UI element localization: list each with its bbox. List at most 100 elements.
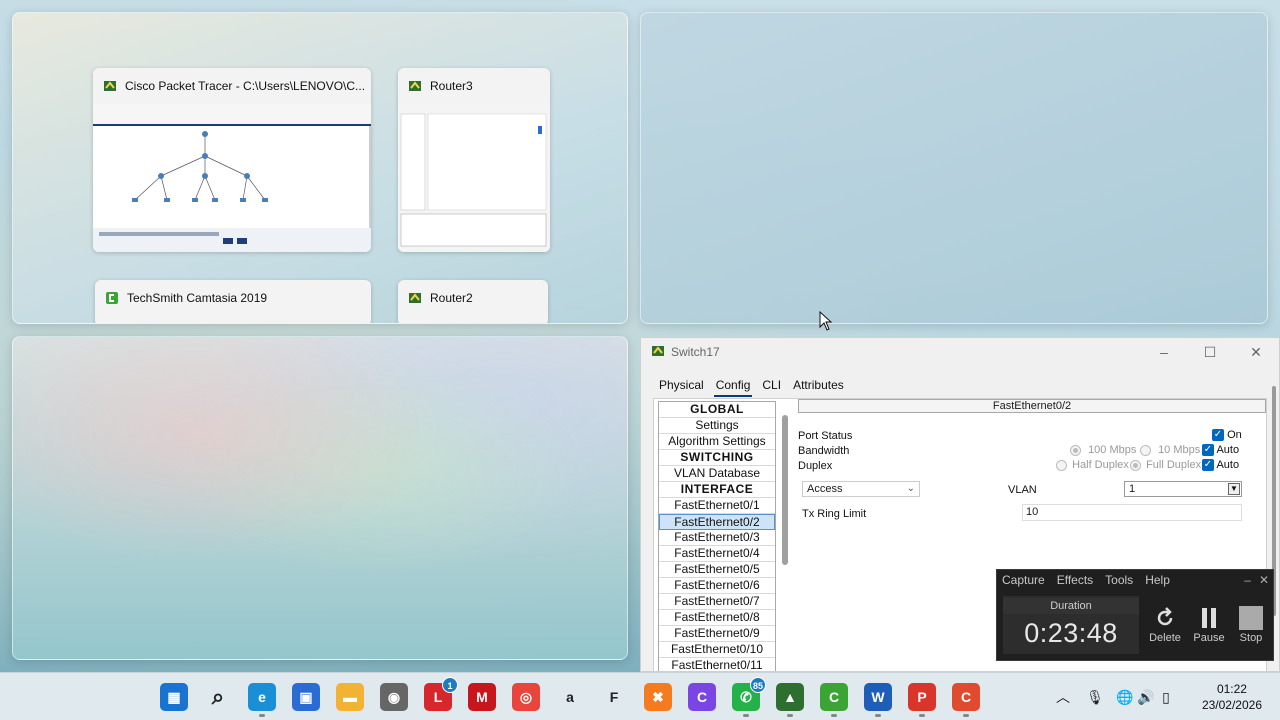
stop-button[interactable]: Stop bbox=[1231, 604, 1271, 644]
port-status-label: Port Status bbox=[798, 430, 853, 442]
bandwidth-auto-checkbox[interactable]: ✓ Auto bbox=[1202, 444, 1239, 457]
sidebar-item[interactable]: FastEthernet0/5 bbox=[659, 562, 775, 578]
bandwidth-label: Bandwidth bbox=[798, 445, 850, 457]
window-titlebar[interactable]: Switch17 – ☐ ✕ bbox=[641, 338, 1279, 366]
camtasia-icon[interactable]: C bbox=[820, 683, 848, 711]
menu-tools[interactable]: Tools bbox=[1105, 573, 1133, 587]
snap-window-router3[interactable]: Router3 bbox=[398, 68, 550, 252]
tx-ring-input[interactable]: 10 bbox=[1022, 504, 1242, 521]
sidebar-item[interactable]: FastEthernet0/11 bbox=[659, 658, 775, 671]
running-indicator bbox=[919, 714, 925, 717]
checkbox-checked-icon: ✓ bbox=[1202, 444, 1214, 457]
volume-icon[interactable]: 🔊 bbox=[1136, 689, 1156, 706]
menu-effects[interactable]: Effects bbox=[1057, 573, 1093, 587]
bandwidth-100-radio[interactable]: 100 Mbps bbox=[1070, 444, 1136, 456]
radio-icon bbox=[1070, 444, 1081, 456]
tab-config[interactable]: Config bbox=[710, 376, 757, 397]
running-indicator bbox=[259, 714, 265, 717]
snap-window-title: Cisco Packet Tracer - C:\Users\LENOVO\C.… bbox=[125, 79, 366, 93]
canva-icon[interactable]: C bbox=[688, 683, 716, 711]
tab-cli[interactable]: CLI bbox=[756, 376, 787, 394]
system-tray: ︿ 🎙 🌐 🔊 ▯ bbox=[1054, 673, 1176, 720]
whatsapp-icon[interactable]: ✆ 85 bbox=[732, 677, 766, 711]
snap-zone-top-right[interactable] bbox=[640, 12, 1268, 324]
edge-icon[interactable]: e bbox=[248, 683, 276, 711]
shield-icon[interactable]: M bbox=[468, 683, 496, 711]
config-sidebar: GLOBAL Settings Algorithm Settings SWITCHIN… bbox=[658, 401, 776, 671]
chevron-up-icon[interactable]: ︿ bbox=[1054, 687, 1072, 707]
packet-tracer-icon bbox=[651, 344, 665, 361]
duplex-auto-checkbox[interactable]: ✓ Auto bbox=[1202, 459, 1239, 472]
tab-bar: Physical Config CLI Attributes bbox=[641, 376, 1279, 397]
figma-icon[interactable]: F bbox=[600, 683, 628, 711]
snap-window-packet-tracer[interactable]: Cisco Packet Tracer - C:\Users\LENOVO\C.… bbox=[93, 68, 371, 252]
a-app-icon[interactable]: a bbox=[556, 683, 584, 711]
sidebar-item[interactable]: Settings bbox=[659, 418, 775, 434]
sidebar-item[interactable]: FastEthernet0/2 bbox=[659, 514, 775, 530]
store-icon[interactable]: ▣ bbox=[292, 683, 320, 711]
snap-zone-bottom-left[interactable] bbox=[12, 336, 628, 660]
snap-window-camtasia[interactable]: TechSmith Camtasia 2019 bbox=[95, 280, 371, 323]
microphone-icon[interactable]: 🎙 bbox=[1082, 689, 1108, 706]
tab-attributes[interactable]: Attributes bbox=[787, 376, 850, 394]
dropdown-arrow-icon: ▼ bbox=[1228, 483, 1240, 495]
sidebar-item[interactable]: FastEthernet0/8 bbox=[659, 610, 775, 626]
tab-physical[interactable]: Physical bbox=[653, 376, 710, 394]
sidebar-item[interactable]: FastEthernet0/7 bbox=[659, 594, 775, 610]
battery-icon[interactable]: ▯ bbox=[1156, 689, 1176, 706]
port-mode-select[interactable]: Access ⌄ bbox=[802, 481, 920, 497]
windows-start-icon[interactable]: ▦ bbox=[160, 683, 188, 711]
delete-restart-icon bbox=[1145, 604, 1185, 632]
word-icon[interactable]: W bbox=[864, 683, 892, 711]
close-button[interactable]: ✕ bbox=[1233, 338, 1279, 366]
window-preview bbox=[398, 104, 550, 252]
half-duplex-radio[interactable]: Half Duplex bbox=[1056, 459, 1129, 471]
folder-icon[interactable]: ▬ bbox=[336, 683, 364, 711]
recorder-panel[interactable]: Capture Effects Tools Help – ✕ Duration … bbox=[996, 569, 1274, 661]
recorder-minimize-icon[interactable]: – bbox=[1244, 573, 1251, 587]
delete-button[interactable]: Delete bbox=[1145, 604, 1185, 644]
l-app-icon[interactable]: L1 bbox=[424, 677, 458, 711]
menu-help[interactable]: Help bbox=[1145, 573, 1170, 587]
system-clock[interactable]: 01:22 23/02/2026 bbox=[1202, 681, 1262, 713]
sidebar-item[interactable]: FastEthernet0/6 bbox=[659, 578, 775, 594]
chrome-icon[interactable]: ◎ bbox=[512, 683, 540, 711]
sidebar-scrollbar[interactable] bbox=[782, 415, 788, 565]
duration-label: Duration bbox=[1003, 598, 1139, 614]
chevron-down-icon: ⌄ bbox=[906, 483, 915, 494]
checkbox-checked-icon: ✓ bbox=[1202, 459, 1214, 472]
packet-tracer-icon[interactable]: ▲ bbox=[776, 683, 804, 711]
recorder-icon[interactable]: C bbox=[952, 683, 980, 711]
sidebar-item[interactable]: FastEthernet0/1 bbox=[659, 498, 775, 514]
sidebar-item[interactable]: FastEthernet0/4 bbox=[659, 546, 775, 562]
pause-button[interactable]: Pause bbox=[1189, 604, 1229, 644]
port-status-toggle[interactable]: ✓ On bbox=[1212, 429, 1242, 442]
search-icon[interactable]: ⌕ bbox=[204, 683, 232, 711]
maximize-button[interactable]: ☐ bbox=[1187, 338, 1233, 366]
running-indicator bbox=[787, 714, 793, 717]
snap-zone-top-left[interactable]: Cisco Packet Tracer - C:\Users\LENOVO\C.… bbox=[12, 12, 628, 324]
sidebar-item[interactable]: FastEthernet0/10 bbox=[659, 642, 775, 658]
full-duplex-radio[interactable]: Full Duplex bbox=[1130, 459, 1201, 471]
running-indicator bbox=[831, 714, 837, 717]
vlan-label: VLAN bbox=[1008, 484, 1037, 496]
notification-badge: 1 bbox=[442, 677, 458, 693]
radio-icon bbox=[1140, 444, 1151, 456]
menu-capture[interactable]: Capture bbox=[1002, 573, 1045, 587]
xampp-icon[interactable]: ✖ bbox=[644, 683, 672, 711]
sidebar-item[interactable]: Algorithm Settings bbox=[659, 434, 775, 450]
bandwidth-10-radio[interactable]: 10 Mbps bbox=[1140, 444, 1200, 456]
sidebar-item[interactable]: FastEthernet0/9 bbox=[659, 626, 775, 642]
globe-icon[interactable]: 🌐 bbox=[1114, 689, 1136, 706]
pdf-icon[interactable]: P bbox=[908, 683, 936, 711]
recorder-close-icon[interactable]: ✕ bbox=[1259, 573, 1269, 587]
sidebar-item[interactable]: FastEthernet0/3 bbox=[659, 530, 775, 546]
sidebar-section-header: INTERFACE bbox=[659, 482, 775, 498]
minimize-button[interactable]: – bbox=[1141, 338, 1187, 366]
vlan-select[interactable]: 1 ▼ bbox=[1124, 481, 1242, 497]
tx-ring-label: Tx Ring Limit bbox=[802, 508, 867, 520]
snap-window-router2[interactable]: Router2 bbox=[398, 280, 548, 323]
checkbox-checked-icon: ✓ bbox=[1212, 429, 1224, 442]
camera-icon[interactable]: ◉ bbox=[380, 683, 408, 711]
sidebar-item[interactable]: VLAN Database bbox=[659, 466, 775, 482]
